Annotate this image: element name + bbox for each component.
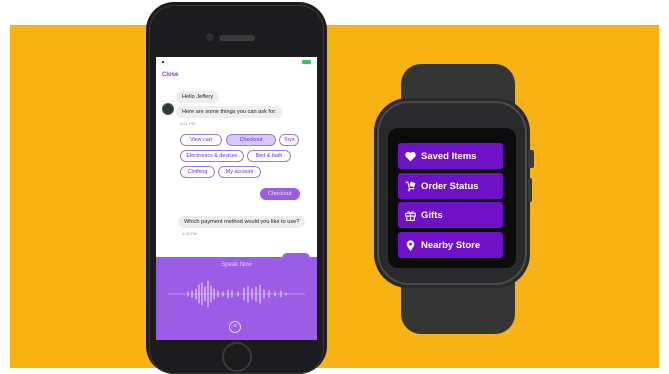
suggestion-chip-bed-bath[interactable]: Bed & bath (247, 150, 291, 162)
suggestion-chip-view-cart[interactable]: View cart (180, 134, 222, 146)
voice-waveform (168, 280, 305, 308)
bot-prompt-bubble: Here are some things you can ask for: (176, 106, 283, 118)
bot-avatar (162, 103, 174, 115)
delivery-icon (405, 181, 416, 191)
digital-crown[interactable] (528, 150, 534, 168)
bot-question-bubble: Which payment method would you like to u… (178, 216, 306, 228)
heart-icon (405, 151, 416, 161)
bot-greeting-bubble: Hello Jeffery (176, 91, 219, 103)
watch-menu-label: Order Status (421, 180, 479, 192)
speak-now-label: Speak Now (221, 262, 252, 268)
yellow-background-banner (10, 25, 659, 368)
bot-prompt-timestamp: 4:21 PM (180, 121, 195, 126)
watch-menu-order-status[interactable]: Order Status (398, 173, 503, 199)
watch-menu-gifts[interactable]: Gifts (398, 202, 503, 228)
front-camera (206, 33, 214, 41)
user-message-bubble: Checkout (260, 188, 300, 200)
suggestion-chip-clothing[interactable]: Clothing (180, 166, 215, 178)
status-bar-signal (162, 61, 164, 63)
earpiece-speaker (219, 35, 255, 41)
bot-question-timestamp: 4:22 PM (182, 231, 197, 236)
voice-input-panel: Speak Now × (156, 257, 317, 340)
watch-menu-label: Gifts (421, 209, 443, 221)
watch-menu-nearby-store[interactable]: Nearby Store (398, 232, 503, 258)
gift-icon (405, 210, 416, 221)
phone-screen: Close Hello Jeffery Here are some things… (156, 57, 317, 340)
watch-menu-saved-items[interactable]: Saved Items (398, 143, 503, 169)
close-button[interactable]: Close (162, 72, 178, 78)
suggestion-chip-my-account[interactable]: My account (218, 166, 261, 178)
suggestion-chip-electronics[interactable]: Electronics & devices (180, 150, 244, 162)
battery-icon (302, 60, 311, 64)
location-pin-icon (406, 239, 415, 251)
home-button[interactable] (222, 342, 252, 372)
smartphone: Close Hello Jeffery Here are some things… (146, 2, 327, 374)
suggestion-chip-checkout[interactable]: Checkout (226, 134, 276, 146)
watch-menu-label: Nearby Store (421, 239, 481, 251)
close-voice-icon[interactable]: × (229, 321, 241, 333)
suggestion-chip-toys[interactable]: Toys (279, 134, 299, 146)
watch-side-button[interactable] (528, 178, 532, 202)
watch-menu-label: Saved Items (421, 150, 477, 162)
